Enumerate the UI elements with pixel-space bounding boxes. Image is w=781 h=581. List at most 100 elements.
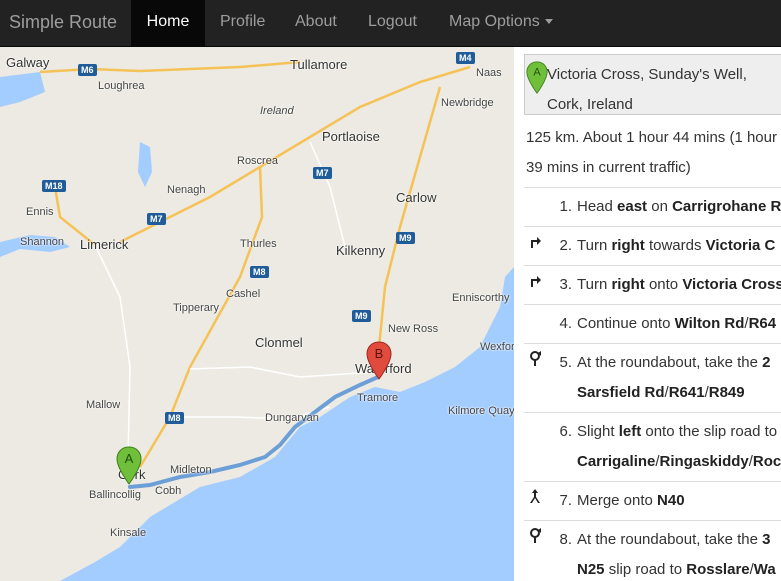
- map-label-portlaoise: Portlaoise: [322, 129, 380, 144]
- map-label-naas: Naas: [476, 67, 502, 79]
- origin-marker-icon: A: [526, 61, 548, 94]
- map-label-clonmel: Clonmel: [255, 335, 303, 350]
- road-shield-m9-south: M9: [352, 310, 371, 322]
- nav-about-link[interactable]: About: [295, 0, 337, 46]
- direction-step[interactable]: 6. Slight left onto the slip road to Carri…: [524, 412, 781, 481]
- merge-icon: [530, 489, 540, 503]
- step-instruction: At the roundabout, take the 2 Sarsfield R…: [577, 348, 781, 408]
- road-shield-m9: M9: [396, 232, 415, 244]
- map-options-label: Map Options: [449, 13, 540, 30]
- map-label-shannon: Shannon: [20, 236, 65, 248]
- directions-panel: A Victoria Cross, Sunday's Well, Cork, I…: [514, 47, 781, 581]
- nav-profile-link[interactable]: Profile: [220, 0, 265, 46]
- caret-down-icon: [544, 19, 553, 25]
- roundabout-icon: [530, 528, 541, 543]
- step-instruction-line: Merge onto N40: [577, 492, 685, 509]
- road-shield-m7-north: M7: [313, 167, 332, 179]
- nav-home-link[interactable]: Home: [131, 0, 205, 46]
- step-instruction-line: At the roundabout, take the 2: [577, 354, 771, 371]
- map-label-roscrea: Roscrea: [237, 155, 278, 167]
- map-canvas: [0, 60, 514, 581]
- map-label-mallow: Mallow: [86, 399, 121, 411]
- map-marker-a[interactable]: A: [116, 446, 142, 486]
- lough-derg: [138, 142, 152, 187]
- map-label-dungarvan: Dungarvan: [265, 412, 319, 424]
- direction-step[interactable]: 7. Merge onto N40: [524, 481, 781, 520]
- nav-logout-link[interactable]: Logout: [368, 0, 417, 46]
- map-label-wexford: Wexford: [480, 341, 514, 353]
- map-label-ireland: Ireland: [260, 105, 294, 117]
- turn-right-icon: [531, 237, 541, 248]
- step-number: 4.: [559, 315, 572, 332]
- direction-step[interactable]: 5. At the roundabout, take the 2 Sarsfield…: [524, 343, 781, 412]
- map-label-galway: Galway: [6, 55, 50, 70]
- road-shield-m18: M18: [42, 180, 66, 192]
- road-shield-m7: M7: [147, 213, 166, 225]
- step-instruction-line: Head east on Carrigrohane R: [577, 198, 781, 215]
- origin-address: Victoria Cross, Sunday's Well, Cork, Ire…: [547, 66, 747, 113]
- motorway-m7: [119, 65, 471, 244]
- step-instruction-line: At the roundabout, take the 3: [577, 531, 771, 548]
- map-label-ballincollig: Ballincollig: [89, 489, 141, 501]
- step-number: 8.: [559, 531, 572, 548]
- map-label-tramore: Tramore: [357, 392, 399, 404]
- step-instruction: Slight left onto the slip road to Carriga…: [577, 417, 781, 477]
- map-label-loughrea: Loughrea: [98, 80, 145, 92]
- step-instruction-line: Carrigaline/Ringaskiddy/Roc: [577, 453, 781, 470]
- step-number: 1.: [559, 198, 572, 215]
- map-marker-b[interactable]: B: [366, 341, 392, 381]
- map-marker-b-letter: B: [375, 346, 384, 361]
- bay-area: [0, 72, 45, 107]
- map-label-new-ross: New Ross: [388, 323, 439, 335]
- direction-step[interactable]: 8. At the roundabout, take the 3 N25 slip …: [524, 520, 781, 581]
- map-marker-a-letter: A: [125, 451, 134, 466]
- map-label-carlow: Carlow: [396, 190, 437, 205]
- map-label-tipperary: Tipperary: [173, 302, 220, 314]
- direction-step[interactable]: 3. Turn right onto Victoria Cross: [524, 265, 781, 304]
- directions-steps-list: 1. Head east on Carrigrohane R 2. Turn righ…: [524, 187, 781, 581]
- road-shield-m6: M6: [78, 64, 97, 76]
- map-label-kilkenny: Kilkenny: [336, 243, 386, 258]
- step-instruction: Continue onto Wilton Rd/R64: [577, 309, 781, 339]
- step-instruction-line: N25 slip road to Rosslare/Wa: [577, 561, 776, 578]
- step-instruction-line: Sarsfield Rd/R641/R849: [577, 384, 745, 401]
- step-instruction-line: Continue onto Wilton Rd/R64: [577, 315, 777, 332]
- step-number: 7.: [559, 492, 572, 509]
- map-label-newbridge: Newbridge: [441, 97, 494, 109]
- step-instruction: At the roundabout, take the 3 N25 slip ro…: [577, 525, 781, 581]
- map-label-limerick: Limerick: [80, 237, 129, 252]
- step-instruction: Turn right onto Victoria Cross: [577, 270, 781, 300]
- direction-step[interactable]: 1. Head east on Carrigrohane R: [524, 187, 781, 226]
- step-instruction: Head east on Carrigrohane R: [577, 192, 781, 222]
- step-instruction: Merge onto N40: [577, 486, 781, 516]
- svg-text:A: A: [533, 66, 541, 78]
- map-label-kinsale: Kinsale: [110, 527, 147, 539]
- route-summary: 125 km. About 1 hour 44 mins (1 hour 39 …: [526, 129, 777, 176]
- motorway-m9: [376, 86, 442, 358]
- map-label-kilmore-quay: Kilmore Quay: [448, 405, 514, 417]
- map-label-enniscorthy: Enniscorthy: [452, 292, 510, 304]
- direction-step[interactable]: 2. Turn right towards Victoria C: [524, 226, 781, 265]
- step-number: 5.: [559, 354, 572, 371]
- step-instruction-line: Turn right towards Victoria C: [577, 237, 776, 254]
- nav-map-options-dropdown[interactable]: Map Options: [449, 0, 553, 46]
- map-label-nenagh: Nenagh: [167, 184, 206, 196]
- motorway-m8: [138, 166, 264, 468]
- map[interactable]: Galway Loughrea Tullamore Ireland Portla…: [0, 47, 514, 581]
- step-instruction: Turn right towards Victoria C: [577, 231, 781, 261]
- origin-address-box: A Victoria Cross, Sunday's Well, Cork, I…: [524, 54, 781, 115]
- direction-step[interactable]: 4. Continue onto Wilton Rd/R64: [524, 304, 781, 343]
- map-label-tullamore: Tullamore: [290, 57, 348, 72]
- map-label-cashel: Cashel: [226, 288, 261, 300]
- map-label-cobh: Cobh: [155, 485, 182, 497]
- map-label-thurles: Thurles: [240, 238, 277, 250]
- step-number: 6.: [559, 423, 572, 440]
- navbar-brand[interactable]: Simple Route: [9, 0, 117, 46]
- navbar: Simple Route Home Profile About Logout M…: [0, 0, 781, 47]
- map-label-ennis: Ennis: [26, 206, 54, 218]
- step-instruction-line: Slight left onto the slip road to: [577, 423, 778, 440]
- road-shield-m8: M8: [250, 266, 269, 278]
- step-number: 2.: [559, 237, 572, 254]
- road-shield-m4: M4: [456, 52, 475, 64]
- step-number: 3.: [559, 276, 572, 293]
